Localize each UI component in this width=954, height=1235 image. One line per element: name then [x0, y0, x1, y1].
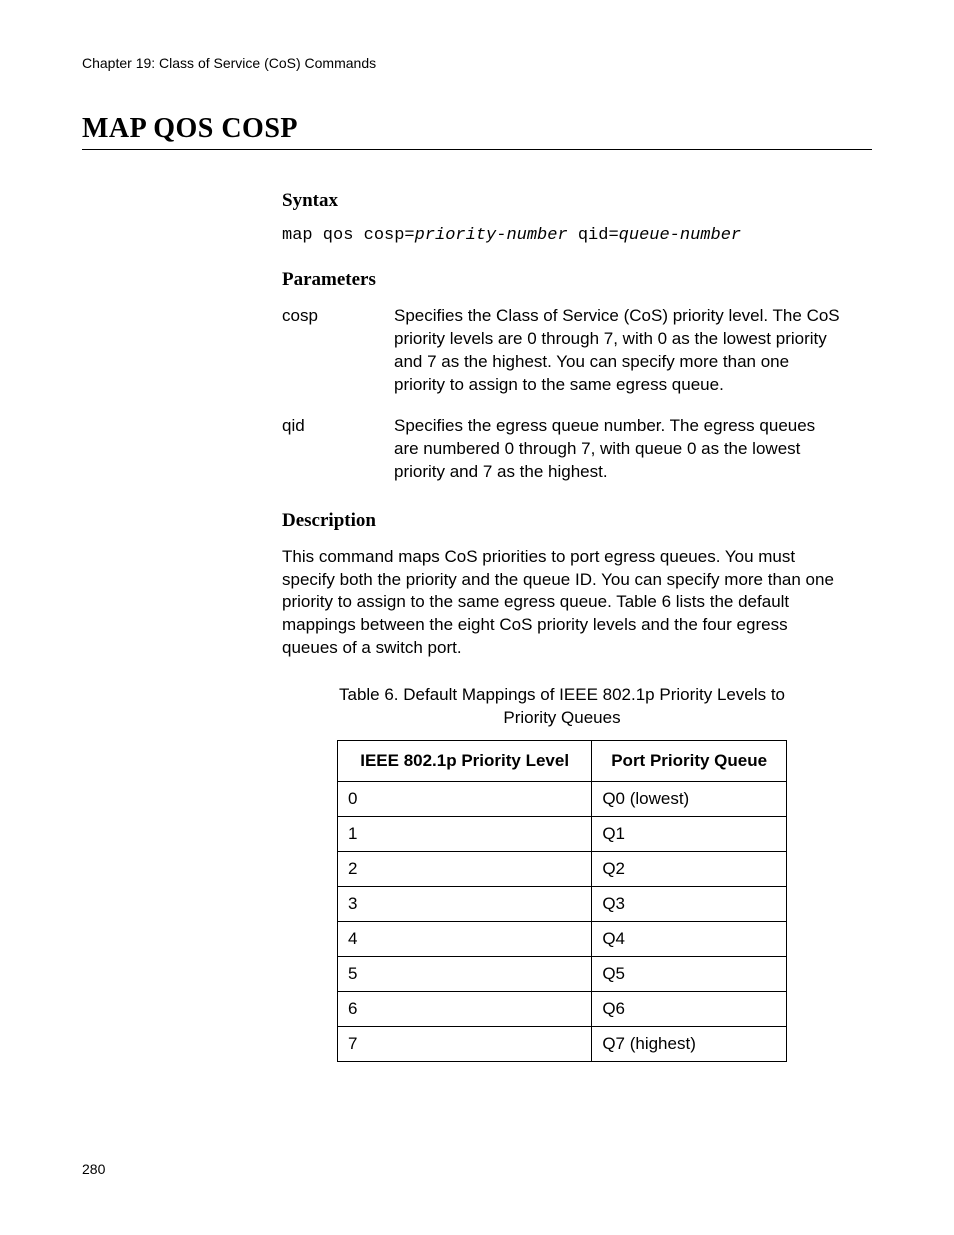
- table-row: 3 Q3: [338, 887, 787, 922]
- table-cell: 5: [338, 957, 592, 992]
- syntax-line: map qos cosp=priority-number qid=queue-n…: [282, 226, 842, 245]
- table-header-row: IEEE 802.1p Priority Level Port Priority…: [338, 741, 787, 782]
- table-cell: Q0 (lowest): [592, 782, 787, 817]
- table-cell: Q5: [592, 957, 787, 992]
- table-cell: 2: [338, 852, 592, 887]
- page: Chapter 19: Class of Service (CoS) Comma…: [0, 0, 954, 1235]
- description-heading: Description: [282, 510, 842, 532]
- table-caption: Table 6. Default Mappings of IEEE 802.1p…: [312, 684, 812, 730]
- table-cell: 1: [338, 817, 592, 852]
- table-cell: Q7 (highest): [592, 1027, 787, 1062]
- table-row: 1 Q1: [338, 817, 787, 852]
- table-cell: Q1: [592, 817, 787, 852]
- syntax-mid: qid=: [568, 226, 619, 245]
- table-cell: 3: [338, 887, 592, 922]
- syntax-heading: Syntax: [282, 190, 842, 212]
- chapter-header: Chapter 19: Class of Service (CoS) Comma…: [82, 55, 872, 71]
- content-area: Syntax map qos cosp=priority-number qid=…: [282, 190, 842, 1062]
- table-cell: 0: [338, 782, 592, 817]
- table-cell: Q3: [592, 887, 787, 922]
- title-block: MAP QOS COSP: [82, 113, 872, 150]
- table-row: 2 Q2: [338, 852, 787, 887]
- table-header: IEEE 802.1p Priority Level: [338, 741, 592, 782]
- table-row: 7 Q7 (highest): [338, 1027, 787, 1062]
- table-cell: 7: [338, 1027, 592, 1062]
- table-row: 6 Q6: [338, 992, 787, 1027]
- param-name: cosp: [282, 305, 394, 397]
- description-text: This command maps CoS priorities to port…: [282, 546, 842, 661]
- syntax-prefix: map qos cosp=: [282, 226, 415, 245]
- table-row: 4 Q4: [338, 922, 787, 957]
- param-row: cosp Specifies the Class of Service (CoS…: [282, 305, 842, 397]
- table-row: 5 Q5: [338, 957, 787, 992]
- mapping-table: IEEE 802.1p Priority Level Port Priority…: [337, 740, 787, 1062]
- param-desc: Specifies the Class of Service (CoS) pri…: [394, 305, 842, 397]
- table-cell: 6: [338, 992, 592, 1027]
- parameters-heading: Parameters: [282, 269, 842, 291]
- param-row: qid Specifies the egress queue number. T…: [282, 415, 842, 484]
- table-cell: Q2: [592, 852, 787, 887]
- param-name: qid: [282, 415, 394, 484]
- table-cell: 4: [338, 922, 592, 957]
- table-row: 0 Q0 (lowest): [338, 782, 787, 817]
- syntax-arg2: queue-number: [619, 226, 741, 245]
- param-desc: Specifies the egress queue number. The e…: [394, 415, 842, 484]
- syntax-arg1: priority-number: [415, 226, 568, 245]
- table-cell: Q6: [592, 992, 787, 1027]
- table-header: Port Priority Queue: [592, 741, 787, 782]
- page-title: MAP QOS COSP: [82, 113, 872, 145]
- table-cell: Q4: [592, 922, 787, 957]
- page-number: 280: [82, 1161, 105, 1177]
